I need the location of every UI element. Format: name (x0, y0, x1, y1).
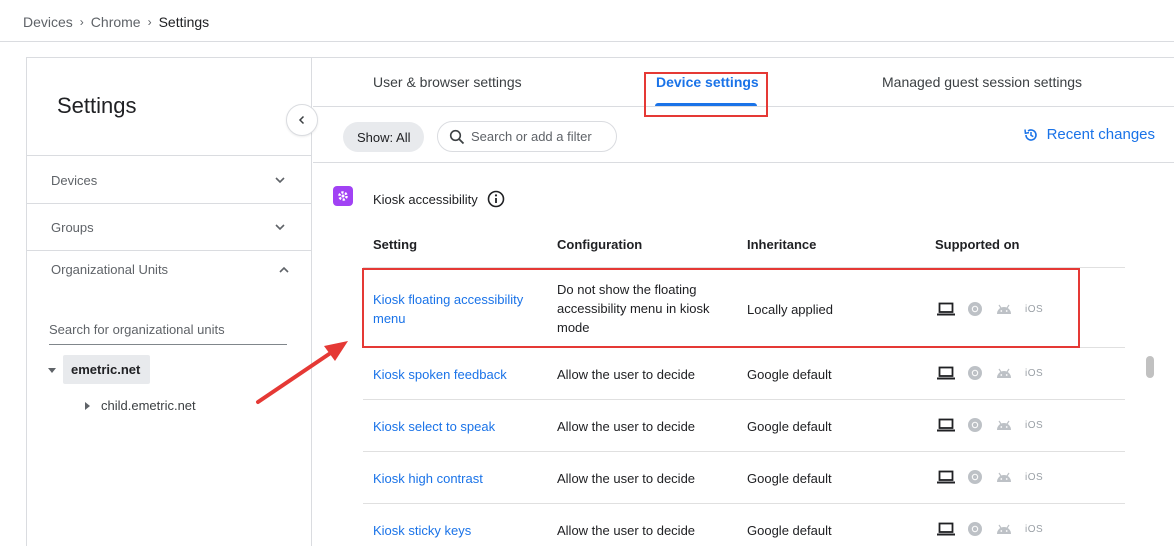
filter-search[interactable] (437, 121, 617, 152)
inheritance-value: Google default (747, 367, 832, 382)
show-all-chip[interactable]: Show: All (343, 122, 425, 152)
setting-link[interactable]: Kiosk sticky keys (373, 521, 471, 540)
setting-link[interactable]: Kiosk floating accessibility menu (373, 290, 545, 328)
supported-platforms: iOS (937, 469, 1055, 485)
chevron-down-icon (275, 177, 285, 184)
top-divider (0, 41, 1174, 42)
chevron-down-icon (275, 224, 285, 231)
table-row[interactable]: Kiosk select to speak Allow the user to … (363, 400, 1125, 452)
tab-managed-guest-session-settings[interactable]: Managed guest session settings (882, 74, 1082, 90)
android-icon (997, 304, 1011, 314)
android-icon (997, 524, 1011, 534)
history-icon (1023, 128, 1037, 141)
breadcrumb-chrome[interactable]: Chrome (91, 14, 141, 30)
laptop-icon (937, 522, 955, 536)
configuration-value: Do not show the floating accessibility m… (557, 282, 710, 335)
divider (27, 250, 311, 251)
inheritance-value: Google default (747, 471, 832, 486)
column-header-configuration: Configuration (557, 237, 643, 252)
chevron-left-icon (298, 115, 305, 125)
supported-platforms: iOS (937, 365, 1055, 381)
sidebar-item-devices[interactable]: Devices (27, 157, 311, 203)
chevron-up-icon (279, 266, 289, 273)
ios-label: iOS (1025, 523, 1044, 535)
configuration-value: Allow the user to decide (557, 367, 696, 382)
filter-search-input[interactable] (471, 129, 611, 144)
chrome-icon (968, 302, 982, 316)
ou-root-label: emetric.net (63, 355, 151, 384)
configuration-value: Allow the user to decide (557, 471, 696, 486)
supported-platforms: iOS (937, 521, 1055, 537)
ios-label: iOS (1025, 303, 1044, 315)
tree-node-child[interactable]: child.emetric.net (83, 398, 196, 413)
table-row[interactable]: Kiosk spoken feedback Allow the user to … (363, 348, 1125, 400)
divider (27, 155, 311, 156)
gear-icon (333, 186, 353, 206)
ou-child-label: child.emetric.net (101, 398, 196, 413)
table-row[interactable]: Kiosk high contrast Allow the user to de… (363, 452, 1125, 504)
breadcrumb-chevron-icon: › (147, 15, 152, 29)
sidebar-item-groups[interactable]: Groups (27, 204, 311, 250)
ou-header[interactable]: Organizational Units (51, 262, 291, 277)
laptop-icon (937, 302, 955, 316)
settings-card: Settings Devices Groups Organizational U… (26, 57, 1174, 546)
filter-bar: Show: All Recent changes (313, 108, 1174, 163)
sidebar-item-label: Devices (51, 172, 98, 188)
section-title: Kiosk accessibility (373, 191, 478, 207)
section-header: Kiosk accessibility (373, 190, 505, 208)
laptop-icon (937, 418, 955, 432)
sidebar-title: Settings (57, 93, 137, 118)
search-icon (449, 129, 465, 144)
sidebar-item-label: Groups (51, 219, 94, 235)
chrome-icon (968, 470, 982, 484)
active-tab-indicator (655, 103, 757, 106)
inheritance-value: Google default (747, 419, 832, 434)
android-icon (997, 368, 1011, 378)
chrome-icon (968, 418, 982, 432)
ios-label: iOS (1025, 419, 1044, 431)
laptop-icon (937, 366, 955, 380)
chrome-icon (968, 366, 982, 380)
inheritance-value: Google default (747, 523, 832, 538)
settings-content: Kiosk accessibility Setting Configuratio… (313, 164, 1174, 546)
tree-node-root[interactable]: emetric.net (47, 355, 151, 384)
column-header-inheritance: Inheritance (747, 237, 817, 252)
column-header-supported-on: Supported on (935, 237, 1020, 252)
ou-search-input[interactable] (49, 315, 287, 345)
ou-title: Organizational Units (51, 262, 169, 277)
column-header-setting: Setting (373, 237, 418, 252)
scrollbar-thumb[interactable] (1146, 356, 1154, 378)
recent-changes-label: Recent changes (1046, 126, 1155, 143)
setting-link[interactable]: Kiosk high contrast (373, 469, 483, 488)
chrome-icon (968, 522, 982, 536)
breadcrumb-devices[interactable]: Devices (23, 14, 73, 30)
caret-right-icon[interactable] (83, 401, 91, 411)
caret-down-icon[interactable] (47, 365, 57, 375)
ios-label: iOS (1025, 367, 1044, 379)
ios-label: iOS (1025, 471, 1044, 483)
sidebar: Settings Devices Groups Organizational U… (27, 58, 312, 546)
setting-link[interactable]: Kiosk select to speak (373, 417, 495, 436)
tab-user-browser-settings[interactable]: User & browser settings (373, 74, 522, 90)
supported-platforms: iOS (937, 417, 1055, 433)
table-row[interactable]: Kiosk floating accessibility menu Do not… (363, 268, 1125, 348)
breadcrumb-chevron-icon: › (79, 15, 84, 29)
breadcrumb: Devices › Chrome › Settings (23, 14, 209, 30)
recent-changes-button[interactable]: Recent changes (1023, 126, 1155, 143)
laptop-icon (937, 470, 955, 484)
info-icon[interactable] (487, 190, 505, 208)
setting-link[interactable]: Kiosk spoken feedback (373, 365, 507, 384)
android-icon (997, 472, 1011, 482)
supported-platforms: iOS (937, 301, 1055, 317)
table-row[interactable]: Kiosk sticky keys Allow the user to deci… (363, 504, 1125, 546)
configuration-value: Allow the user to decide (557, 523, 696, 538)
android-icon (997, 420, 1011, 430)
inheritance-value: Locally applied (747, 302, 834, 317)
breadcrumb-settings: Settings (158, 14, 210, 30)
collapse-sidebar-button[interactable] (286, 104, 318, 136)
tab-device-settings[interactable]: Device settings (656, 74, 759, 90)
tab-bar: User & browser settings Device settings … (313, 58, 1174, 107)
configuration-value: Allow the user to decide (557, 419, 696, 434)
